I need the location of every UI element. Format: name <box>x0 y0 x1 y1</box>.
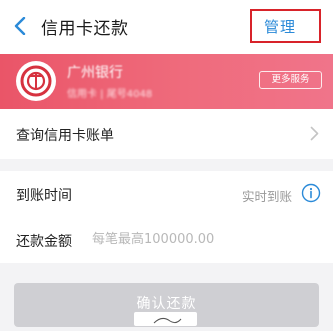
arrival-time-label: 到账时间 <box>16 188 72 204</box>
nav-bar: 信用卡还款 管理 <box>0 0 333 54</box>
repay-amount-label: 还款金额 <box>16 234 72 250</box>
query-bill-label: 查询信用卡账单 <box>16 128 114 144</box>
credit-card-banner[interactable]: 广州银行 信用卡 | 尾号4048 更多服务 <box>0 54 333 109</box>
chevron-left-icon <box>14 17 26 35</box>
query-bill-row[interactable]: 查询信用卡账单 <box>0 109 333 159</box>
bank-name: 广州银行 <box>67 65 123 81</box>
repay-amount-row: 还款金额 <box>0 217 333 263</box>
arrival-time-row: 到账时间 实时到账 <box>0 171 333 218</box>
page-title: 信用卡还款 <box>41 19 129 39</box>
arrival-time-value: 实时到账 <box>242 189 293 204</box>
card-number: 信用卡 | 尾号4048 <box>67 89 153 100</box>
bank-logo-icon <box>16 61 56 101</box>
chevron-right-icon <box>310 126 319 141</box>
more-services-button[interactable]: 更多服务 <box>259 71 322 89</box>
repay-amount-input[interactable] <box>92 228 292 250</box>
manage-button[interactable]: 管理 <box>264 16 296 37</box>
confirm-repay-label: 确认还款 <box>136 296 197 312</box>
back-button[interactable] <box>6 9 34 43</box>
info-icon[interactable] <box>301 183 321 203</box>
